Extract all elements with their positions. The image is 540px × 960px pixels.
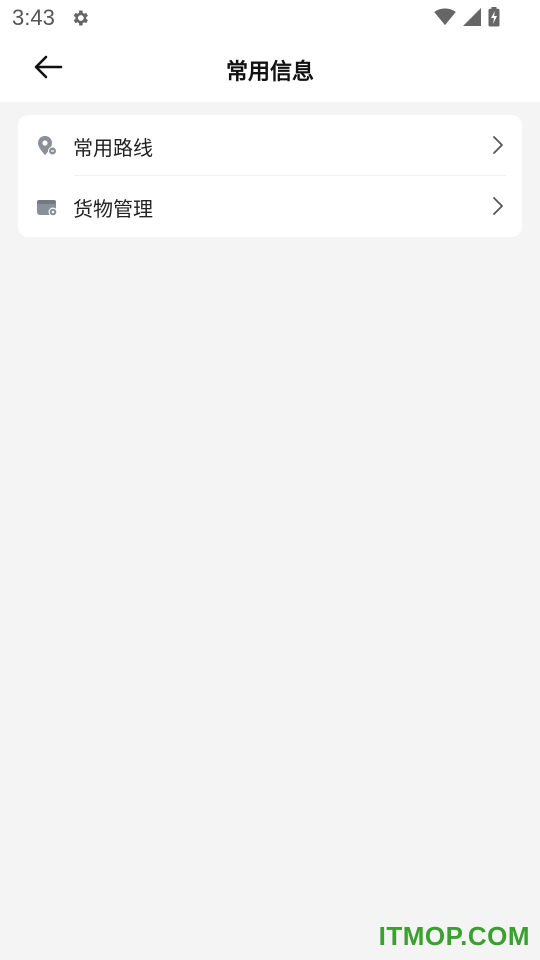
menu-item-label: 常用路线 <box>73 136 153 160</box>
chevron-right-icon <box>492 135 504 155</box>
menu-card: 常用路线 货物管理 <box>18 115 522 237</box>
menu-item-label: 货物管理 <box>73 197 153 221</box>
status-bar: 3:43 <box>0 0 540 36</box>
status-time: 3:43 <box>12 5 55 30</box>
battery-charging-icon <box>488 7 500 31</box>
settings-icon <box>70 8 90 28</box>
chevron-right-icon <box>492 196 504 216</box>
watermark: ITMOP.COM <box>378 921 530 951</box>
route-pin-icon <box>36 135 58 157</box>
status-icons <box>434 7 500 31</box>
app-bar: 常用信息 <box>0 36 540 102</box>
wifi-icon <box>434 8 456 30</box>
page-title: 常用信息 <box>225 60 314 85</box>
menu-item-common-routes[interactable]: 常用路线 <box>18 115 522 175</box>
signal-icon <box>462 8 482 30</box>
cargo-box-icon <box>36 196 58 218</box>
menu-item-cargo-management[interactable]: 货物管理 <box>18 176 522 236</box>
